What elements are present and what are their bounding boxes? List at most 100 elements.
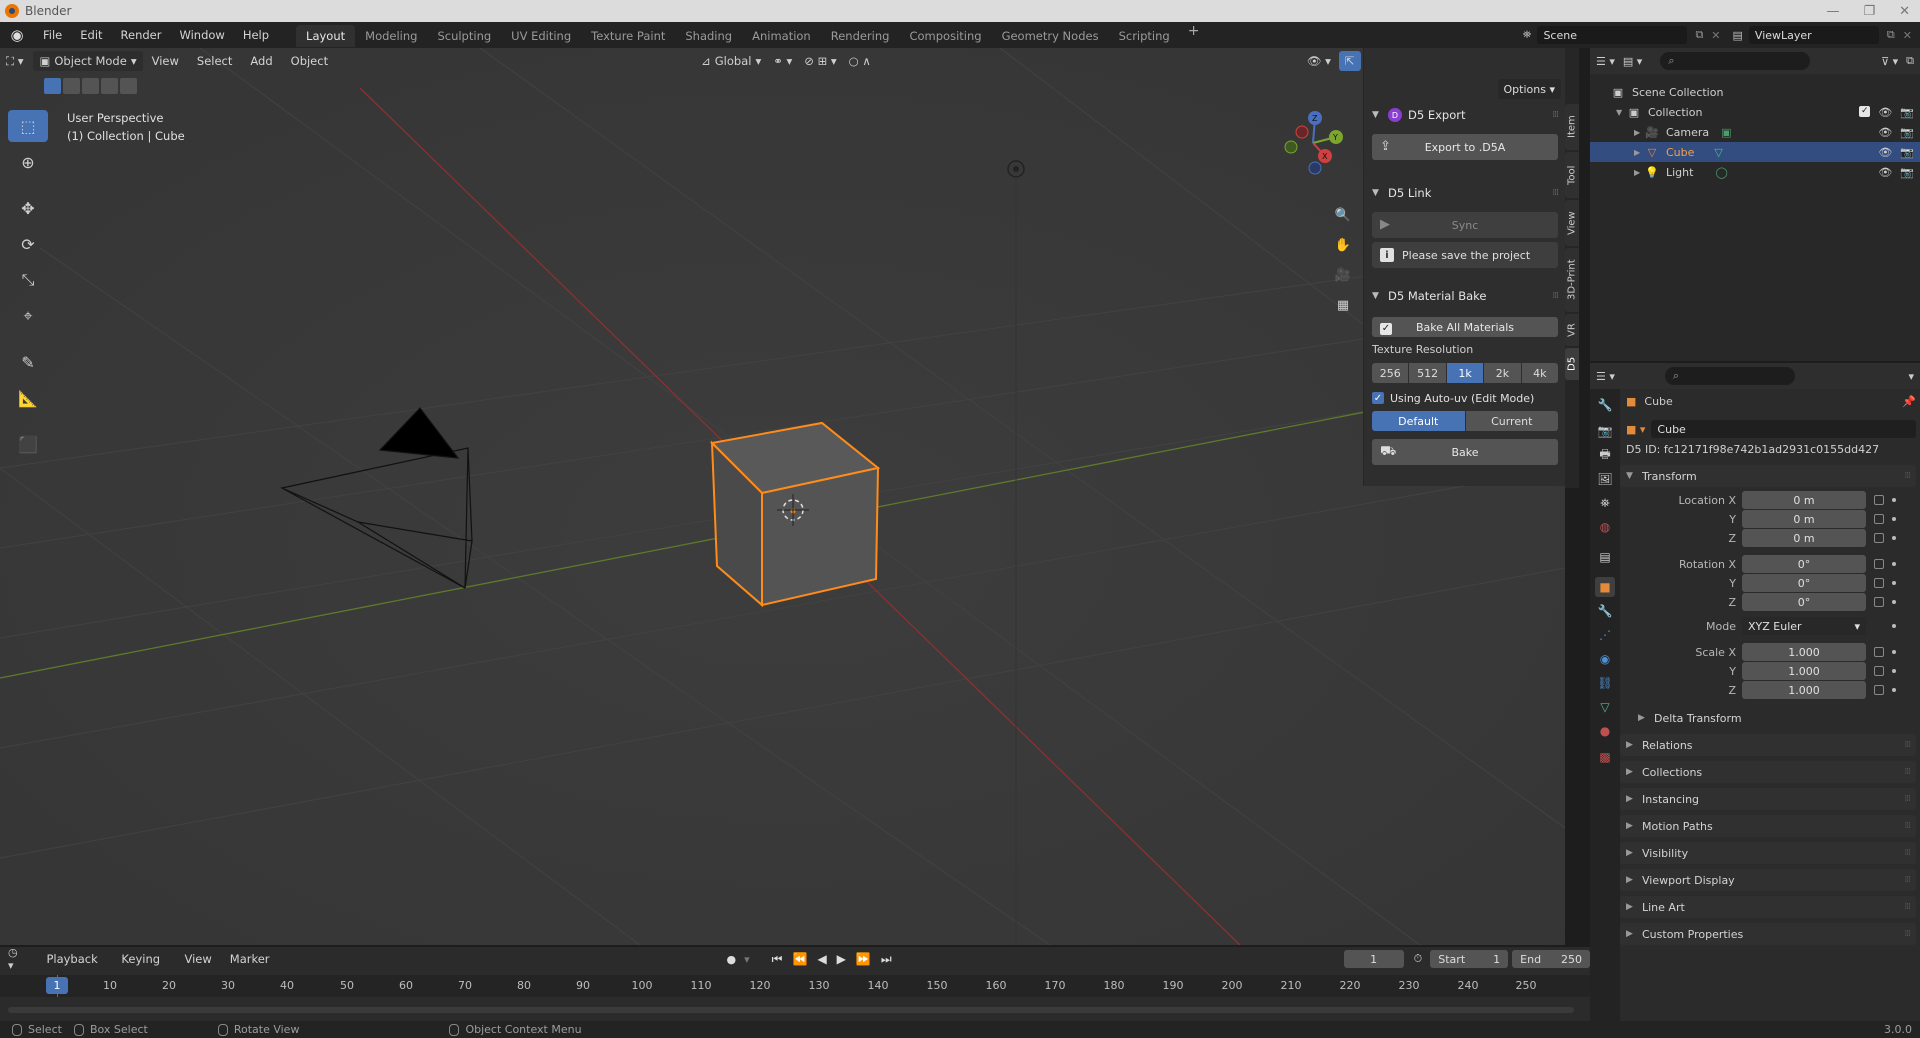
- viewlayer-selector[interactable]: ViewLayer: [1748, 26, 1879, 44]
- object-tab-icon[interactable]: ■: [1595, 577, 1615, 597]
- lock-icon[interactable]: [1874, 533, 1884, 543]
- drag-handle-icon[interactable]: ⁞⁞⁞: [1904, 875, 1911, 885]
- camera-render-icon[interactable]: 📷: [1900, 146, 1914, 159]
- annotate-tool[interactable]: ✎: [8, 346, 48, 378]
- timeline-menu-marker[interactable]: Marker: [221, 946, 279, 972]
- playhead-frame[interactable]: 1: [46, 977, 68, 994]
- navigation-gizmo[interactable]: Z Y X: [1283, 108, 1343, 178]
- timeline-menu-view[interactable]: View: [175, 946, 220, 972]
- material-tab-icon[interactable]: ●: [1595, 721, 1615, 741]
- select-new-button[interactable]: [44, 78, 61, 94]
- lock-icon[interactable]: [1874, 685, 1884, 695]
- eye-icon[interactable]: 👁: [1878, 166, 1892, 179]
- tab-3d-print[interactable]: 3D-Print: [1565, 248, 1579, 312]
- lock-icon[interactable]: [1874, 559, 1884, 569]
- timeline-scrollbar[interactable]: [8, 1007, 1574, 1013]
- tab-layout[interactable]: Layout: [296, 25, 356, 47]
- scene-selector[interactable]: Scene: [1537, 26, 1688, 44]
- world-tab-icon[interactable]: ◍: [1595, 517, 1615, 537]
- editor-type-icon[interactable]: ◷ ▾: [8, 946, 25, 972]
- eye-icon[interactable]: 👁: [1878, 106, 1892, 119]
- editor-type-button[interactable]: ⛶ ▾: [0, 51, 29, 71]
- object-name-field[interactable]: Cube: [1651, 420, 1916, 438]
- auto-uv-checkbox[interactable]: ✓ Using Auto-uv (Edit Mode): [1372, 389, 1558, 407]
- select-box-tool[interactable]: ⬚: [8, 110, 48, 142]
- camera-data-icon[interactable]: ▣: [1721, 126, 1731, 139]
- tab-vr[interactable]: VR: [1565, 314, 1579, 346]
- sync-button[interactable]: ▶ Sync: [1372, 212, 1558, 238]
- ortho-grid-icon[interactable]: ▦: [1332, 294, 1354, 316]
- tab-view[interactable]: View: [1565, 200, 1579, 246]
- jump-start-icon[interactable]: ⏮: [772, 952, 783, 967]
- collection-row[interactable]: ▼ ▣ Collection ✓ 👁 📷: [1590, 102, 1920, 122]
- location-y-field[interactable]: 0 m: [1742, 510, 1866, 528]
- orientation-dropdown[interactable]: ⊿ Global ▾: [695, 51, 767, 71]
- add-workspace-button[interactable]: +: [1180, 23, 1208, 47]
- drag-handle-icon[interactable]: ⁞⁞⁞: [1904, 821, 1911, 831]
- tab-sculpting[interactable]: Sculpting: [427, 25, 501, 47]
- drag-handle-icon[interactable]: ⁞⁞⁞: [1904, 902, 1911, 912]
- blender-menu-icon[interactable]: ◉: [8, 26, 26, 44]
- scene-browse-icon[interactable]: ⛯: [1523, 28, 1532, 42]
- drag-handle-icon[interactable]: ⁞⁞⁞: [1552, 188, 1559, 198]
- outliner-search-input[interactable]: ⌕: [1660, 52, 1811, 70]
- keyframe-dot-icon[interactable]: [1892, 669, 1896, 673]
- select-intersect-button[interactable]: [120, 78, 137, 94]
- object-type-dropdown[interactable]: ■ ▾: [1626, 423, 1645, 436]
- outliner-item-light[interactable]: ▶ 💡 Light ◯ 👁 📷: [1590, 162, 1920, 182]
- d5-link-header[interactable]: ▼ D5 Link ⁞⁞⁞: [1372, 182, 1559, 204]
- lock-icon[interactable]: [1874, 597, 1884, 607]
- render-tab-icon[interactable]: 📷: [1595, 421, 1615, 441]
- viewport-menu-view[interactable]: View: [143, 48, 188, 74]
- camera-render-icon[interactable]: 📷: [1900, 106, 1914, 119]
- collection-tab-icon[interactable]: ▤: [1595, 547, 1615, 567]
- mesh-data-tab-icon[interactable]: ▽: [1595, 697, 1615, 717]
- keyframe-dot-icon[interactable]: [1892, 600, 1896, 604]
- viewport-menu-add[interactable]: Add: [241, 48, 281, 74]
- texture-tab-icon[interactable]: ▩: [1595, 747, 1615, 767]
- tab-item[interactable]: Item: [1565, 104, 1579, 150]
- motion-paths-panel-header[interactable]: ▶ Motion Paths ⁞⁞⁞: [1620, 815, 1916, 837]
- play-reverse-icon[interactable]: ◀: [817, 952, 826, 967]
- visibility-panel-header[interactable]: ▶ Visibility ⁞⁞⁞: [1620, 842, 1916, 864]
- options-dropdown[interactable]: Options ▾: [1497, 79, 1561, 99]
- keyframe-dot-icon[interactable]: [1892, 581, 1896, 585]
- measure-tool[interactable]: 📐: [8, 382, 48, 414]
- chevron-right-icon[interactable]: ▶: [1634, 168, 1644, 177]
- location-z-field[interactable]: 0 m: [1742, 529, 1866, 547]
- default-button[interactable]: Default: [1372, 411, 1465, 431]
- filter-icon[interactable]: ⊽ ▾: [1881, 55, 1898, 68]
- scale-x-field[interactable]: 1.000: [1742, 643, 1866, 661]
- prev-keyframe-icon[interactable]: ⏪: [792, 952, 807, 967]
- record-icon[interactable]: ●: [727, 953, 737, 966]
- new-collection-icon[interactable]: ⧉: [1906, 54, 1914, 68]
- delete-scene-icon[interactable]: ✕: [1711, 29, 1720, 42]
- scene-collection-row[interactable]: ▣ Scene Collection: [1590, 82, 1920, 102]
- editor-type-icon[interactable]: ☰ ▾: [1596, 370, 1615, 383]
- lock-icon[interactable]: [1874, 647, 1884, 657]
- viewport-display-panel-header[interactable]: ▶ Viewport Display ⁞⁞⁞: [1620, 869, 1916, 891]
- end-frame-field[interactable]: End 250: [1512, 950, 1591, 968]
- output-tab-icon[interactable]: 🖶: [1595, 445, 1615, 465]
- tab-compositing[interactable]: Compositing: [899, 25, 991, 47]
- mesh-data-icon[interactable]: ▽: [1714, 146, 1722, 159]
- d5-material-bake-header[interactable]: ▼ D5 Material Bake ⁞⁞⁞: [1372, 285, 1559, 307]
- jump-end-icon[interactable]: ⏭: [881, 952, 892, 967]
- lock-icon[interactable]: [1874, 514, 1884, 524]
- cursor-tool[interactable]: ⊕: [8, 146, 48, 178]
- scene-tab-icon[interactable]: ⛯: [1595, 493, 1615, 513]
- eye-icon[interactable]: 👁: [1878, 126, 1892, 139]
- bake-all-materials-toggle[interactable]: ✓ Bake All Materials: [1372, 317, 1558, 337]
- d5-export-header[interactable]: ▼ D D5 Export ⁞⁞⁞: [1372, 104, 1559, 126]
- res-512-button[interactable]: 512: [1409, 363, 1446, 383]
- editor-type-icon[interactable]: ☰ ▾: [1596, 55, 1615, 68]
- collections-panel-header[interactable]: ▶ Collections ⁞⁞⁞: [1620, 761, 1916, 783]
- chevron-down-icon[interactable]: ▾: [744, 953, 750, 966]
- tab-texture-paint[interactable]: Texture Paint: [581, 25, 675, 47]
- tab-d5[interactable]: D5: [1565, 348, 1579, 380]
- viewport-menu-select[interactable]: Select: [188, 48, 241, 74]
- move-tool[interactable]: ✥: [8, 192, 48, 224]
- keyframe-dot-icon[interactable]: [1892, 624, 1896, 628]
- drag-handle-icon[interactable]: ⁞⁞⁞: [1904, 471, 1911, 481]
- menu-help[interactable]: Help: [234, 22, 278, 48]
